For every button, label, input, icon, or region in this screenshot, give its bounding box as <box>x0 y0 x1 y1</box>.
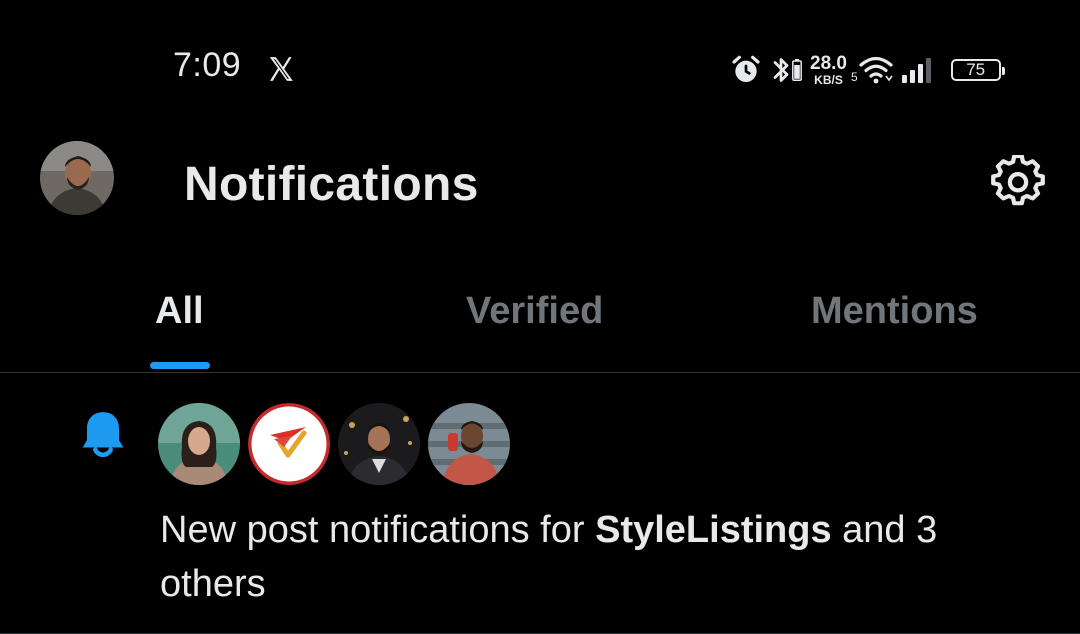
active-tab-indicator <box>150 362 210 369</box>
network-speed-value: 28.0 <box>810 53 847 74</box>
wifi-generation: 5 <box>850 70 858 84</box>
status-icons: 28.0 KB/S 5 75 <box>730 50 1005 90</box>
page-title: Notifications <box>184 158 479 211</box>
signal-strength-icon <box>901 58 931 83</box>
tab-all[interactable]: All <box>155 290 204 333</box>
notification-item[interactable]: New post notifications for StyleListings… <box>0 373 1080 634</box>
avatar[interactable] <box>338 403 420 485</box>
avatar-image-4 <box>428 403 510 485</box>
bluetooth-icon <box>773 58 789 82</box>
profile-avatar-image <box>40 141 114 215</box>
avatar-image-2 <box>248 403 330 485</box>
tab-verified[interactable]: Verified <box>466 290 603 333</box>
avatar-image-1 <box>158 403 240 485</box>
tab-bar: All Verified Mentions <box>0 270 1080 372</box>
battery-indicator: 75 <box>950 59 1005 81</box>
notification-text: New post notifications for StyleListings… <box>160 503 1040 611</box>
avatar[interactable] <box>158 403 240 485</box>
tab-mentions[interactable]: Mentions <box>811 290 978 333</box>
avatar[interactable] <box>248 403 330 485</box>
alarm-icon <box>732 55 760 82</box>
avatar-image-3 <box>338 403 420 485</box>
settings-button[interactable] <box>990 154 1046 210</box>
wifi-icon <box>859 56 893 84</box>
notification-account-name[interactable]: StyleListings <box>595 509 832 551</box>
profile-avatar[interactable] <box>40 141 114 215</box>
battery-level: 75 <box>966 60 986 79</box>
bell-icon <box>82 412 124 457</box>
network-speed-unit: KB/S <box>814 73 843 87</box>
notification-text-prefix: New post notifications for <box>160 509 596 551</box>
status-bar: 7:09 28.0 KB/S 5 75 <box>0 0 1080 130</box>
x-logo-icon <box>269 57 293 81</box>
bluetooth-battery-icon <box>792 59 802 81</box>
status-time: 7:09 <box>173 46 242 84</box>
network-speed: 28.0 KB/S <box>810 54 847 86</box>
gear-icon <box>991 155 1045 206</box>
notification-avatars <box>158 403 518 485</box>
avatar[interactable] <box>428 403 510 485</box>
